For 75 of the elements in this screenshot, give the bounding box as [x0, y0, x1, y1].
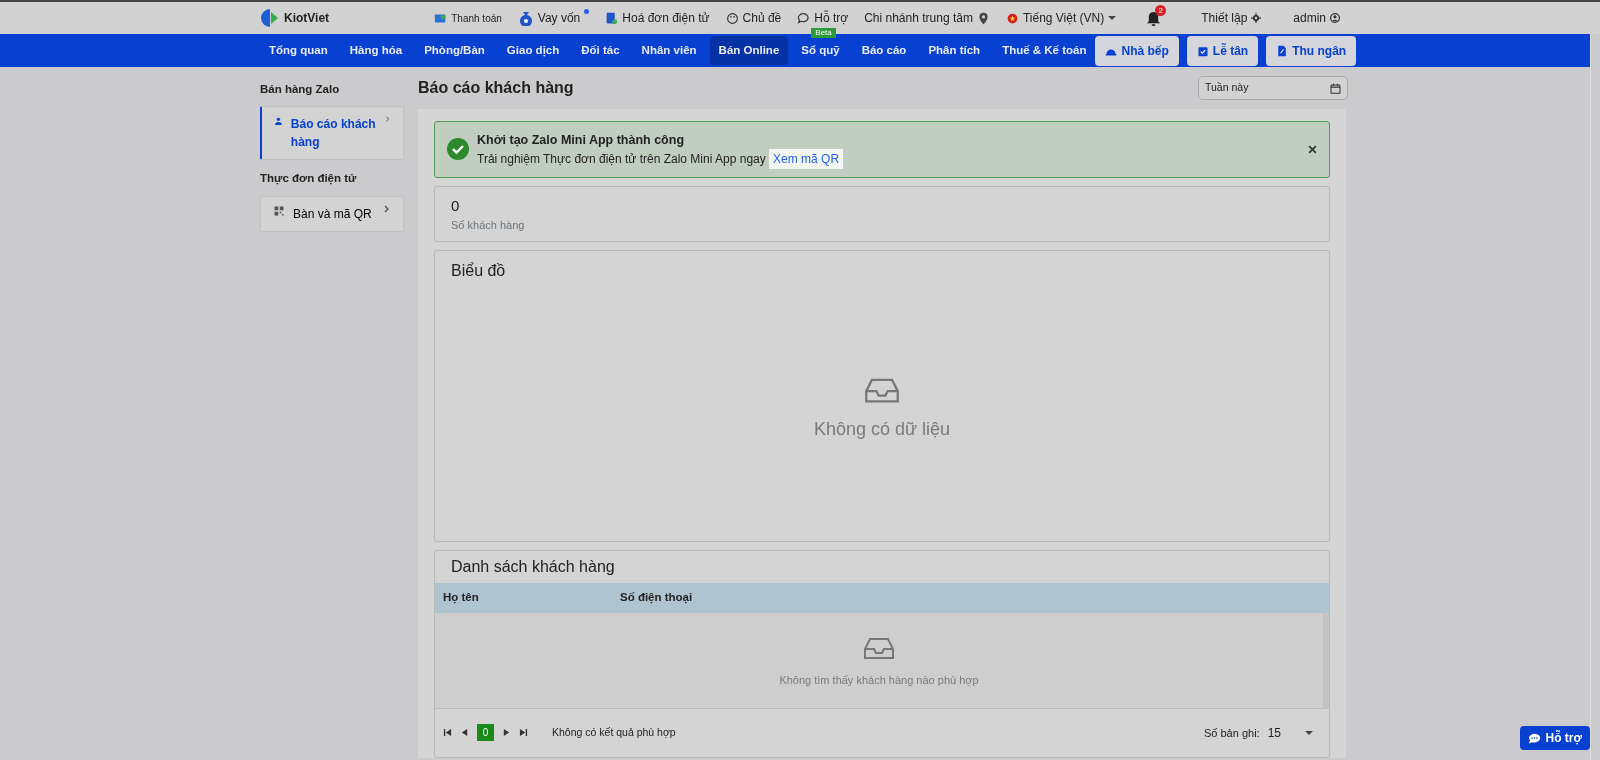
calendar-icon [1330, 82, 1341, 94]
empty-chart-message: Không có dữ liệu [813, 418, 951, 442]
stat-value: 0 [451, 195, 461, 216]
success-check-icon [447, 138, 469, 161]
chat-bubble-icon [1528, 731, 1542, 745]
card-title: Danh sách khách hàng [450, 556, 616, 577]
page-size-select[interactable]: 15 [1267, 723, 1313, 742]
nav-tab[interactable]: Nhân viên [632, 35, 706, 66]
money-bag-icon [517, 10, 534, 26]
sidebar-heading: Bán hàng Zalo [260, 82, 341, 97]
chevron-right-icon [383, 204, 391, 213]
nav-tab[interactable]: Hàng hóa [340, 35, 412, 66]
column-header: Họ tên [442, 590, 480, 606]
nav-tab[interactable]: Giao dịch [497, 35, 569, 66]
stat-label: Số khách hàng [451, 218, 526, 234]
close-icon[interactable] [1308, 144, 1317, 154]
nav-tab[interactable]: Phòng/Bàn [415, 35, 494, 66]
nav-action-button[interactable]: Thu ngân [1266, 35, 1357, 66]
sidebar-item[interactable]: Bàn và mã QR [260, 195, 404, 232]
caret-icon [1108, 14, 1117, 22]
nav-tab[interactable]: Thuế & Kế toán [993, 35, 1096, 66]
period-select[interactable]: Tuần này [1198, 76, 1348, 100]
caret-icon [1305, 728, 1313, 737]
beta-badge: Beta [811, 28, 836, 38]
alert-title: Khởi tạo Zalo Mini App thành công [477, 132, 685, 149]
nav-tab[interactable]: Báo cáo [852, 35, 916, 66]
nav-action-button[interactable]: Nhà bếp [1095, 35, 1179, 66]
page-size-label: Số bản ghi: [1204, 725, 1260, 741]
nav-action-button[interactable]: Lễ tân [1186, 35, 1259, 66]
settings-link[interactable]: Thiết lập [1201, 9, 1262, 27]
calendar-icon [1196, 44, 1209, 57]
card-icon [434, 11, 448, 25]
current-page[interactable]: 0 [477, 724, 494, 742]
sidebar-heading: Thực đơn điện tử [260, 171, 358, 187]
logo-icon [260, 8, 280, 28]
chat-icon [797, 11, 811, 25]
last-page-icon[interactable] [519, 728, 528, 738]
nav-tab[interactable]: Đối tác [572, 35, 629, 66]
notification-bell-icon[interactable] [1146, 11, 1162, 27]
card-title: Biểu đồ [451, 260, 507, 281]
help-chat-button[interactable]: Hỗ trợ [1520, 726, 1590, 750]
pagination-status: Không có kết quả phù hợp [552, 724, 676, 740]
first-page-icon[interactable] [443, 728, 452, 738]
nav-tab[interactable]: Bán Online [709, 35, 789, 66]
scrollbar[interactable] [1590, 34, 1600, 760]
top-link[interactable]: Chủ đề [725, 9, 782, 27]
top-link[interactable]: Thanh toán [434, 10, 502, 26]
palette-icon [725, 11, 739, 25]
location-pin-icon [976, 11, 990, 25]
flag-icon [1005, 11, 1019, 25]
nav-tab[interactable]: Phân tích [919, 35, 990, 66]
nav-tab[interactable]: Sổ quỹ [792, 35, 849, 66]
top-link[interactable]: Tiếng Việt (VN) [1005, 9, 1117, 27]
page-title: Báo cáo khách hàng [418, 78, 574, 98]
top-link[interactable]: Vay vốn [517, 9, 590, 27]
alert-message: Trải nghiệm Thực đơn điện tử trên Zalo Mini App ngay [477, 151, 766, 166]
top-link[interactable]: Hoá đơn điện tử [605, 9, 710, 27]
logo-text: KiotViet [284, 10, 330, 27]
empty-table-message: Không tìm thấy khách hàng nào phù hợp [779, 673, 979, 688]
document-icon [1276, 44, 1289, 57]
sidebar-item[interactable]: Báo cáo khách hàng [260, 106, 404, 161]
next-page-icon[interactable] [502, 728, 511, 738]
qr-code-icon [273, 204, 285, 217]
user-menu[interactable]: admin [1293, 9, 1340, 27]
previous-page-icon[interactable] [460, 728, 469, 738]
top-link[interactable]: Chi nhánh trung tâm [864, 9, 990, 27]
user-icon [274, 115, 283, 128]
invoice-icon [605, 11, 619, 25]
notification-count: 2 [1155, 5, 1167, 16]
user-avatar-icon [1330, 13, 1340, 23]
qr-link[interactable]: Xem mã QR [769, 148, 844, 169]
nav-tab[interactable]: Tổng quan [260, 35, 337, 66]
settings-icon [1251, 13, 1262, 23]
column-header: Số điện thoại [619, 590, 694, 606]
chevron-right-icon [385, 115, 391, 124]
